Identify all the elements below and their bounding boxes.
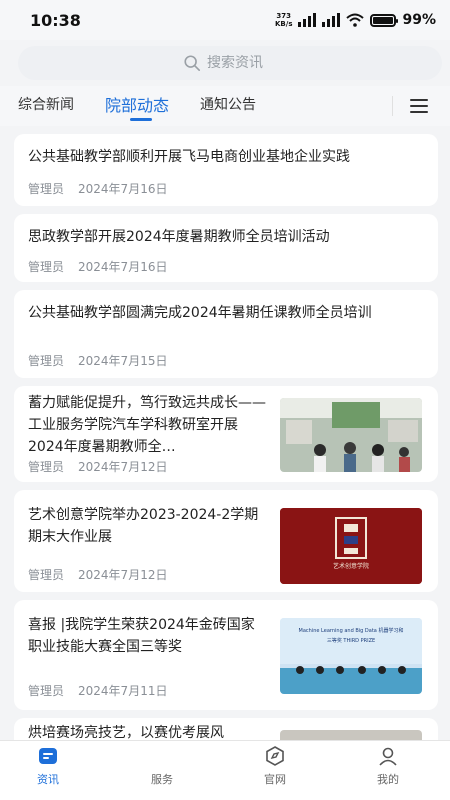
tab-notices[interactable]: 通知公告 — [200, 94, 256, 114]
article-author: 管理员 — [28, 260, 65, 274]
article-title: 烘培赛场亮技艺，以赛优考展风 — [28, 725, 224, 740]
article-author: 管理员 — [28, 354, 65, 368]
category-tabs: 综合新闻 院部动态 通知公告 — [0, 86, 450, 126]
article-author: 管理员 — [28, 684, 65, 698]
article-meta: 管理员 2024年7月16日 — [28, 258, 167, 275]
list-item[interactable]: 烘培赛场亮技艺，以赛优考展风 — [14, 718, 438, 740]
article-meta: 管理员 2024年7月12日 — [28, 566, 167, 583]
article-meta: 管理员 2024年7月11日 — [28, 682, 167, 699]
article-title: 喜报 |我院学生荣获2024年金砖国家职业技能大赛全国三等奖 — [28, 617, 255, 655]
list-item[interactable]: 思政教学部开展2024年度暑期教师全员培训活动 管理员 2024年7月16日 — [14, 214, 438, 282]
exhibition-banner-photo: 艺术创意学院 — [280, 508, 422, 584]
search-bar[interactable] — [18, 46, 442, 80]
status-icons: 373 KB/s 99% — [275, 12, 436, 28]
bottom-tab-bar: 资讯 服务 官网 我的 — [0, 740, 450, 800]
nav-website[interactable]: 官网 — [235, 745, 315, 787]
list-item[interactable]: 公共基础教学部顺利开展飞马电商创业基地企业实践 管理员 2024年7月16日 — [14, 134, 438, 206]
article-title: 公共基础教学部顺利开展飞马电商创业基地企业实践 — [28, 149, 350, 165]
menu-icon[interactable] — [410, 99, 428, 113]
news-icon — [39, 748, 57, 764]
nav-service[interactable]: 服务 — [122, 745, 202, 787]
tab-general-news[interactable]: 综合新闻 — [18, 94, 74, 114]
news-feed: 公共基础教学部顺利开展飞马电商创业基地企业实践 管理员 2024年7月16日 思… — [0, 128, 450, 740]
signal-2-icon — [322, 13, 341, 27]
nav-news[interactable]: 资讯 — [8, 745, 88, 787]
network-speed: 373 KB/s — [275, 12, 293, 28]
article-title: 蓄力赋能促提升，笃行致远共成长——工业服务学院汽车学科教研室开展2024年度暑期… — [28, 395, 266, 455]
nav-profile[interactable]: 我的 — [348, 745, 428, 787]
article-meta: 管理员 2024年7月15日 — [28, 352, 167, 369]
tab-divider — [392, 96, 393, 116]
list-item[interactable]: 蓄力赋能促提升，笃行致远共成长——工业服务学院汽车学科教研室开展2024年度暑期… — [14, 386, 438, 482]
signal-icon — [298, 13, 317, 27]
battery-icon — [370, 13, 399, 27]
article-date: 2024年7月12日 — [78, 568, 168, 582]
service-icon — [151, 745, 173, 767]
active-tab-indicator — [130, 118, 152, 121]
classroom-photo — [280, 398, 422, 472]
article-title: 艺术创意学院举办2023-2024-2学期期末大作业展 — [28, 507, 259, 545]
list-item[interactable]: 艺术创意学院举办2023-2024-2学期期末大作业展 管理员 2024年7月1… — [14, 490, 438, 592]
article-meta: 管理员 2024年7月12日 — [28, 458, 167, 475]
article-date: 2024年7月15日 — [78, 354, 168, 368]
article-title: 公共基础教学部圆满完成2024年暑期任课教师全员培训 — [28, 305, 372, 321]
profile-icon — [379, 747, 397, 766]
wifi-icon — [346, 13, 365, 27]
tab-department-news[interactable]: 院部动态 — [105, 92, 169, 116]
article-title: 思政教学部开展2024年度暑期教师全员培训活动 — [28, 229, 330, 245]
search-icon — [184, 55, 201, 72]
award-ceremony-photo: Machine Learning and Big Data 机器学习和 三等奖 … — [280, 618, 422, 694]
search-input[interactable] — [207, 55, 277, 71]
list-item[interactable]: 公共基础教学部圆满完成2024年暑期任课教师全员培训 管理员 2024年7月15… — [14, 290, 438, 378]
article-meta: 管理员 2024年7月16日 — [28, 180, 167, 197]
svg-text:艺术创意学院: 艺术创意学院 — [333, 562, 369, 570]
article-date: 2024年7月16日 — [78, 260, 168, 274]
website-icon — [266, 746, 284, 766]
article-date: 2024年7月12日 — [78, 460, 168, 474]
partial-photo — [280, 730, 422, 740]
article-date: 2024年7月11日 — [78, 684, 168, 698]
list-item[interactable]: 喜报 |我院学生荣获2024年金砖国家职业技能大赛全国三等奖 管理员 2024年… — [14, 600, 438, 710]
article-author: 管理员 — [28, 568, 65, 582]
article-date: 2024年7月16日 — [78, 182, 168, 196]
article-author: 管理员 — [28, 182, 65, 196]
svg-text:Machine Learning and Big Data: Machine Learning and Big Data 机器学习和 — [299, 627, 404, 634]
status-time: 10:38 — [30, 10, 81, 30]
article-author: 管理员 — [28, 460, 65, 474]
status-bar: 10:38 373 KB/s 99% — [0, 0, 450, 40]
battery-percent: 99% — [402, 12, 436, 28]
svg-text:三等奖 THIRD PRIZE: 三等奖 THIRD PRIZE — [327, 637, 375, 644]
